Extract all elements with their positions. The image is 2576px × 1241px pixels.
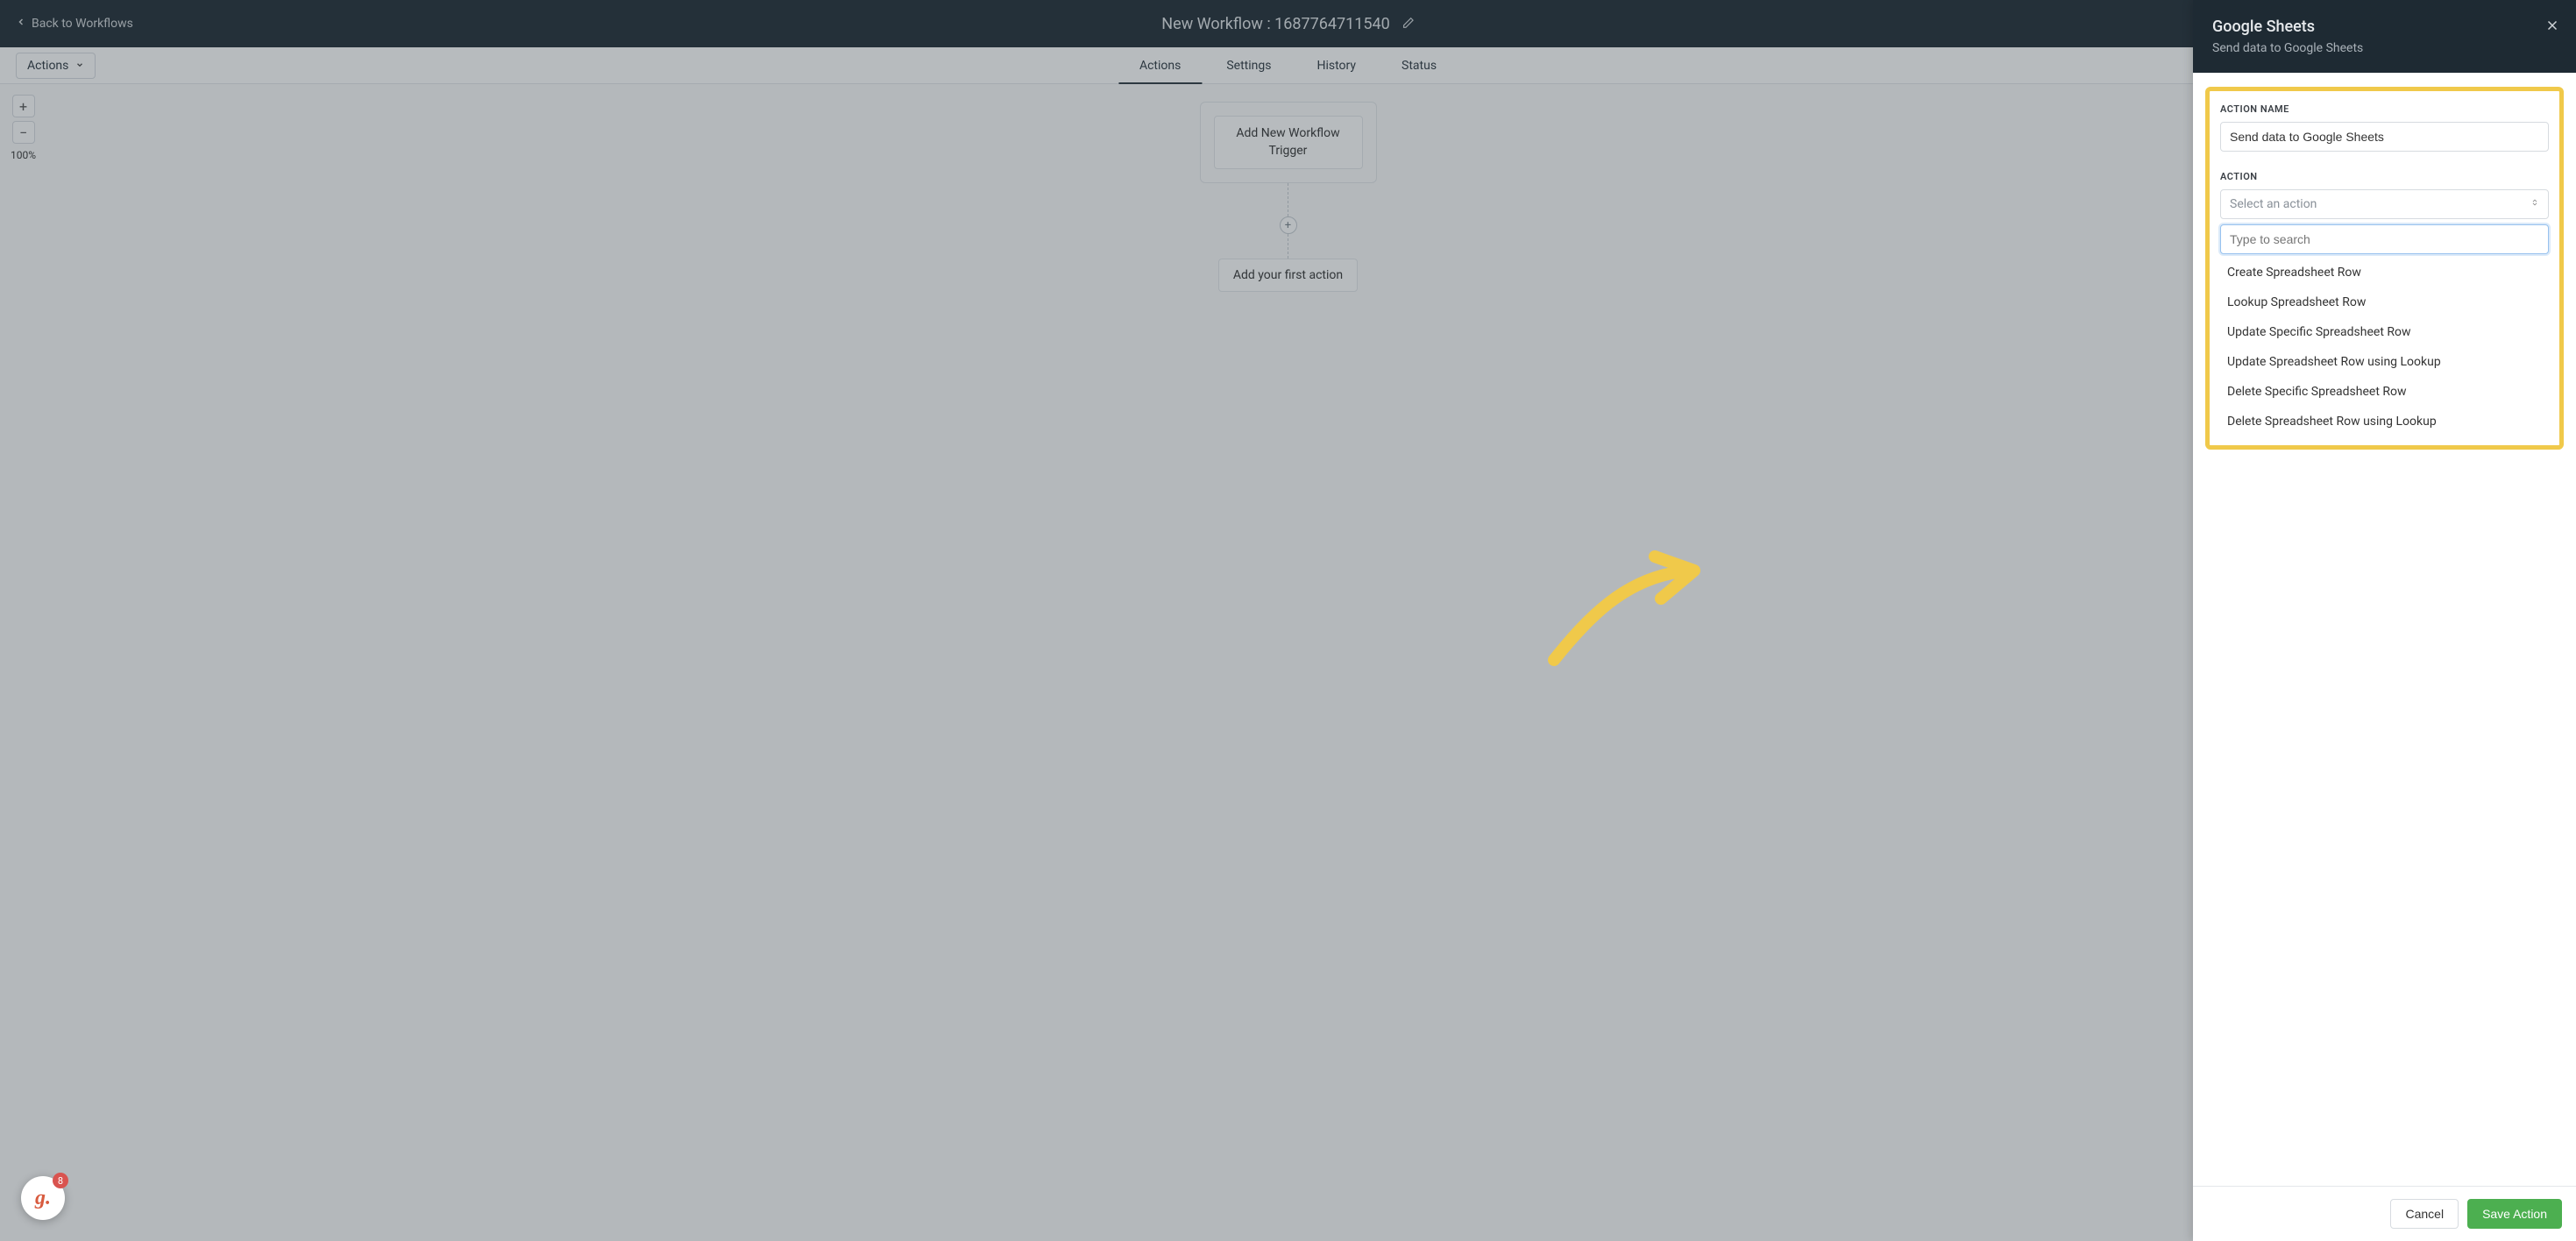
chat-badge: 8: [53, 1173, 68, 1188]
action-search-input[interactable]: [2220, 224, 2549, 254]
action-select[interactable]: Select an action: [2220, 189, 2549, 219]
option-label: Update Specific Spreadsheet Row: [2227, 325, 2411, 339]
panel-header: Google Sheets Send data to Google Sheets: [2193, 0, 2576, 73]
side-panel: Google Sheets Send data to Google Sheets…: [2193, 0, 2576, 1241]
modal-overlay[interactable]: [0, 0, 2576, 1241]
option-delete-row-lookup[interactable]: Delete Spreadsheet Row using Lookup: [2220, 407, 2549, 436]
save-action-button[interactable]: Save Action: [2467, 1199, 2562, 1229]
highlighted-section: ACTION NAME ACTION Select an action Crea…: [2205, 87, 2564, 450]
option-label: Create Spreadsheet Row: [2227, 266, 2361, 280]
panel-subtitle: Send data to Google Sheets: [2212, 41, 2557, 55]
cancel-button[interactable]: Cancel: [2390, 1199, 2459, 1229]
option-label: Delete Specific Spreadsheet Row: [2227, 385, 2407, 399]
action-select-placeholder: Select an action: [2230, 197, 2317, 211]
option-update-row-lookup[interactable]: Update Spreadsheet Row using Lookup: [2220, 347, 2549, 377]
option-delete-specific-row[interactable]: Delete Specific Spreadsheet Row: [2220, 377, 2549, 407]
option-lookup-row[interactable]: Lookup Spreadsheet Row: [2220, 287, 2549, 317]
chat-widget-button[interactable]: g. 8: [21, 1176, 65, 1220]
cancel-button-label: Cancel: [2405, 1207, 2444, 1221]
action-name-label: ACTION NAME: [2220, 103, 2549, 115]
close-panel-button[interactable]: [2544, 18, 2560, 37]
option-label: Delete Spreadsheet Row using Lookup: [2227, 415, 2437, 429]
action-name-input[interactable]: [2220, 122, 2549, 152]
action-label: ACTION: [2220, 171, 2549, 182]
option-label: Lookup Spreadsheet Row: [2227, 295, 2366, 309]
panel-body: ACTION NAME ACTION Select an action Crea…: [2193, 73, 2576, 1186]
save-button-label: Save Action: [2482, 1207, 2547, 1221]
chat-widget-glyph: g.: [35, 1188, 51, 1209]
select-caret-icon: [2530, 197, 2539, 211]
options-list: Create Spreadsheet Row Lookup Spreadshee…: [2220, 258, 2549, 436]
option-label: Update Spreadsheet Row using Lookup: [2227, 355, 2441, 369]
option-create-row[interactable]: Create Spreadsheet Row: [2220, 258, 2549, 287]
option-update-specific-row[interactable]: Update Specific Spreadsheet Row: [2220, 317, 2549, 347]
panel-title: Google Sheets: [2212, 18, 2557, 36]
panel-footer: Cancel Save Action: [2193, 1186, 2576, 1241]
